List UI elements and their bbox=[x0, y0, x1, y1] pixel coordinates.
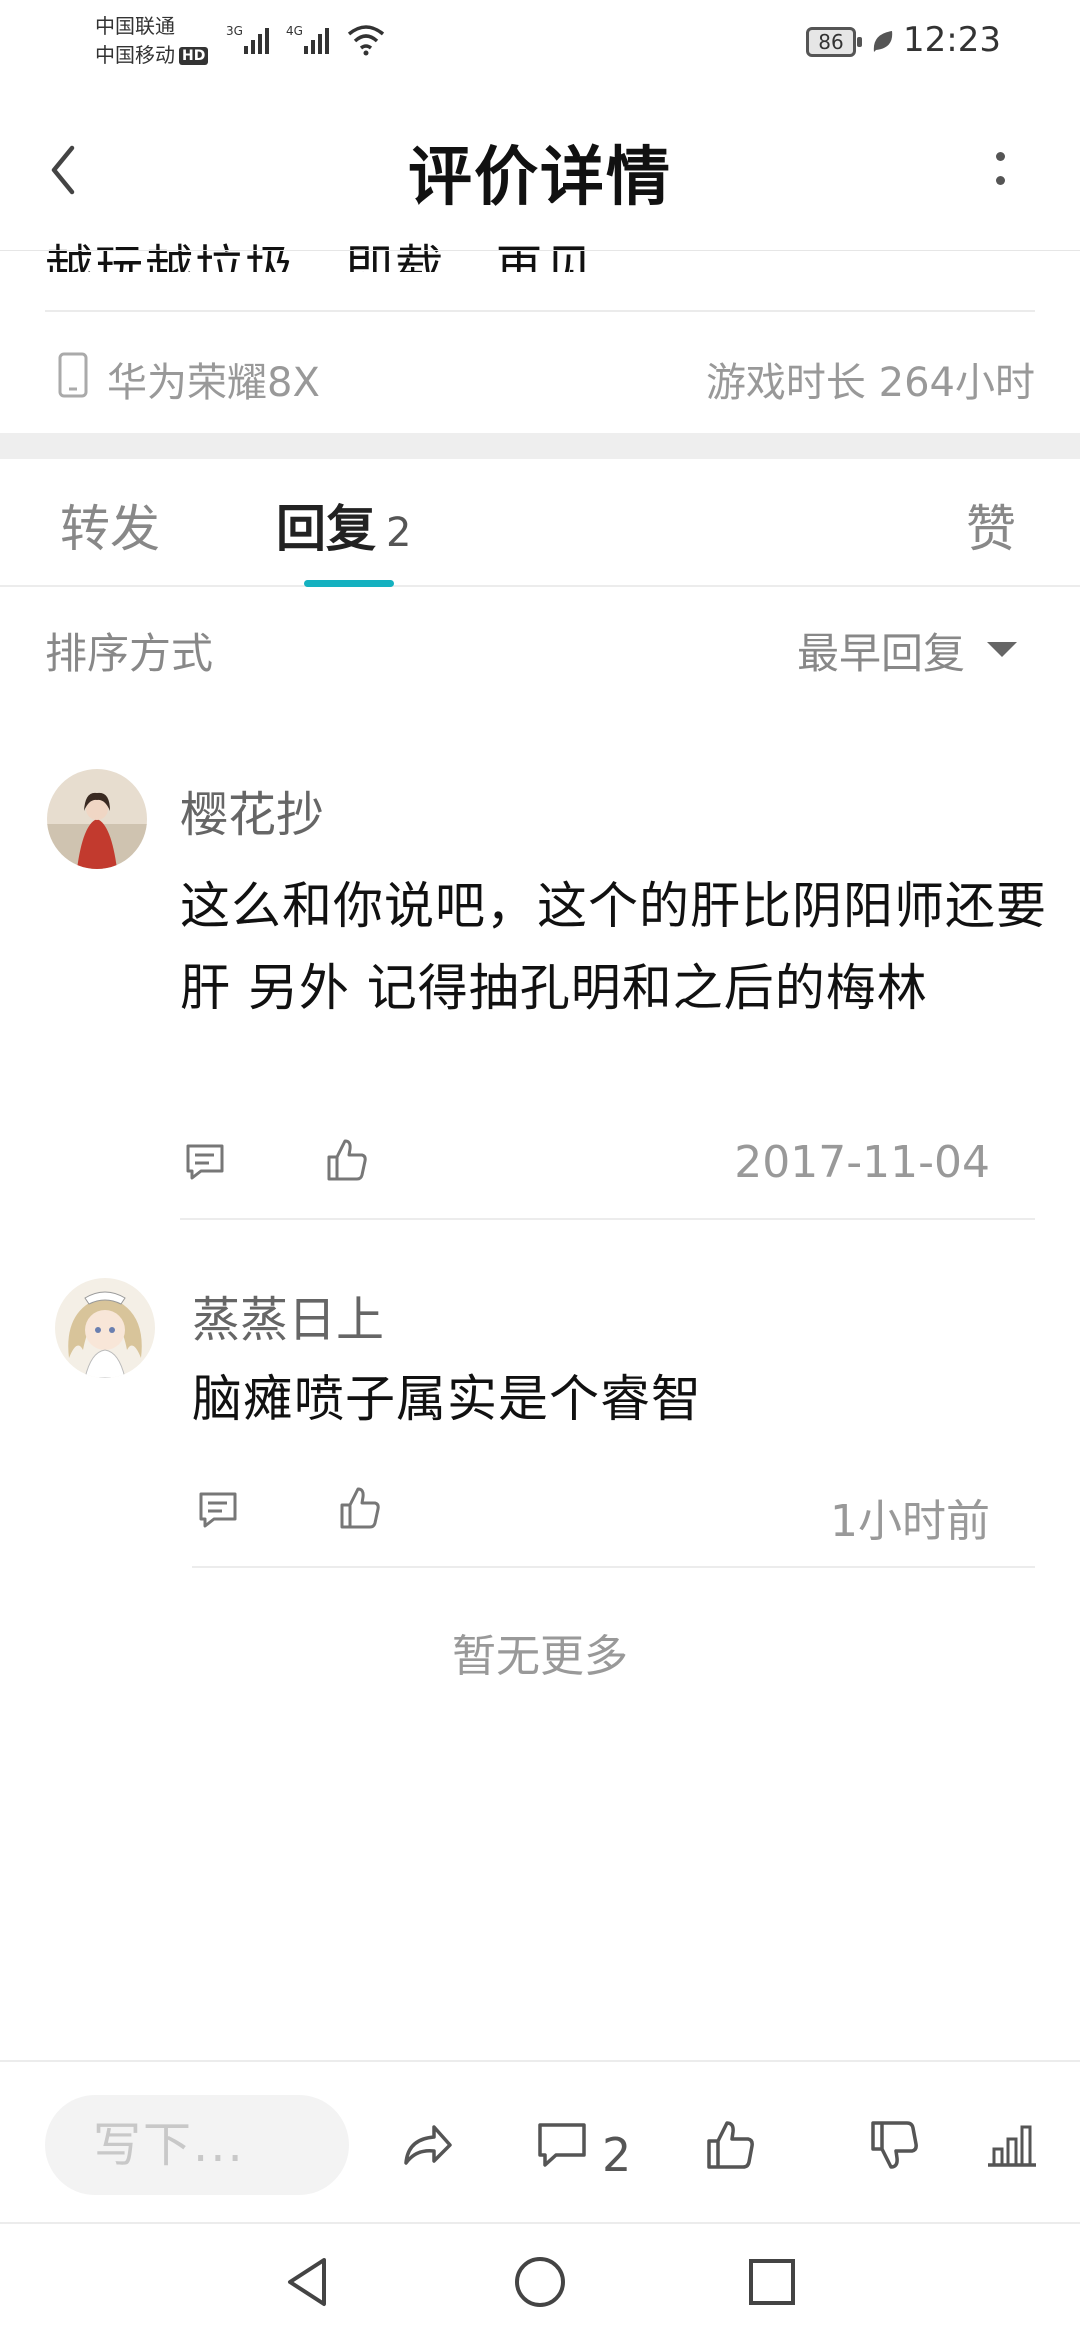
active-tab-indicator bbox=[304, 580, 394, 587]
reply-icon[interactable] bbox=[183, 1140, 227, 1184]
section-gap bbox=[0, 433, 1080, 459]
more-options-button[interactable] bbox=[982, 142, 1018, 202]
tab-bar: 转发 回复 2 赞 bbox=[0, 459, 1080, 587]
wifi-icon bbox=[347, 25, 385, 56]
sort-dropdown[interactable]: 最早回复 bbox=[797, 620, 965, 681]
dropdown-arrow-icon[interactable] bbox=[987, 642, 1017, 657]
sort-label: 排序方式 bbox=[45, 629, 214, 678]
title-divider bbox=[0, 250, 1080, 251]
comment-item: 樱花抄 这么和你说吧，这个的肝比阴阳师还要肝 另外 记得抽孔明和之后的梅林 20… bbox=[0, 765, 1080, 1225]
battery-indicator: 86 bbox=[806, 27, 862, 57]
comment-count: 2 bbox=[602, 2128, 632, 2182]
like-icon[interactable] bbox=[325, 1137, 369, 1183]
status-time: 12:23 bbox=[903, 20, 1001, 60]
share-icon[interactable] bbox=[400, 2117, 456, 2173]
commenter-name[interactable]: 樱花抄 bbox=[180, 775, 324, 845]
like-icon[interactable] bbox=[704, 2117, 760, 2173]
avatar[interactable] bbox=[47, 769, 147, 869]
device-info-row: 华为荣耀8X 游戏时长 264小时 bbox=[45, 340, 1035, 410]
status-bar: 中国联通 中国移动 HD 3G 4G 86 12:23 bbox=[0, 0, 1080, 90]
like-icon[interactable] bbox=[338, 1485, 382, 1531]
comment-text: 这么和你说吧，这个的肝比阴阳师还要肝 另外 记得抽孔明和之后的梅林 bbox=[180, 877, 1047, 1017]
signal-3g-label: 3G bbox=[226, 24, 243, 38]
nav-home-icon[interactable] bbox=[512, 2254, 568, 2310]
comment-date: 1小时前 bbox=[830, 1496, 990, 1547]
review-divider bbox=[45, 310, 1035, 312]
signal-4g-icon: 4G bbox=[286, 24, 329, 54]
power-saving-leaf-icon bbox=[873, 31, 893, 52]
comment-item: 蒸蒸日上 脑瘫喷子属实是个睿智 1小时前 bbox=[0, 1270, 1080, 1570]
system-nav-bar bbox=[0, 2222, 1080, 2340]
tab-replies-label: 回复 bbox=[276, 500, 376, 558]
comment-date: 2017-11-04 bbox=[734, 1137, 990, 1188]
tab-replies[interactable]: 回复 2 bbox=[276, 489, 411, 561]
reply-input[interactable]: 写下... bbox=[45, 2095, 349, 2195]
review-text-clipped: 越玩越垃圾，即载，再见 bbox=[45, 220, 1045, 272]
signal-3g-icon: 3G bbox=[226, 24, 269, 54]
tab-repost[interactable]: 转发 bbox=[60, 489, 160, 561]
comment-icon[interactable] bbox=[534, 2117, 590, 2173]
bottom-action-bar: 写下... 2 bbox=[0, 2060, 1080, 2222]
tab-replies-count: 2 bbox=[386, 510, 412, 556]
no-more-label: 暂无更多 bbox=[452, 1631, 628, 1682]
sort-row: 排序方式 最早回复 bbox=[45, 620, 1025, 680]
comment-text: 脑瘫喷子属实是个睿智 bbox=[192, 1370, 702, 1428]
commenter-name[interactable]: 蒸蒸日上 bbox=[192, 1280, 384, 1350]
play-time: 游戏时长 264小时 bbox=[705, 360, 1035, 406]
hd-badge: HD bbox=[179, 47, 209, 65]
phone-icon bbox=[58, 352, 88, 398]
nav-recents-icon[interactable] bbox=[744, 2254, 800, 2310]
comment-divider bbox=[180, 1218, 1035, 1220]
tab-likes[interactable]: 赞 bbox=[966, 489, 1016, 561]
carrier-2: 中国移动 bbox=[95, 43, 175, 67]
reply-icon[interactable] bbox=[196, 1488, 240, 1532]
carrier-1: 中国联通 bbox=[95, 14, 175, 38]
device-name: 华为荣耀8X bbox=[107, 360, 320, 406]
dislike-icon[interactable] bbox=[868, 2117, 924, 2173]
stats-icon[interactable] bbox=[984, 2117, 1040, 2173]
carrier-info: 中国联通 中国移动 HD bbox=[95, 12, 209, 70]
nav-back-icon[interactable] bbox=[280, 2254, 336, 2310]
signal-4g-label: 4G bbox=[286, 24, 303, 38]
avatar[interactable] bbox=[55, 1278, 155, 1378]
comment-divider bbox=[192, 1566, 1035, 1568]
page-title: 评价详情 bbox=[408, 141, 672, 215]
